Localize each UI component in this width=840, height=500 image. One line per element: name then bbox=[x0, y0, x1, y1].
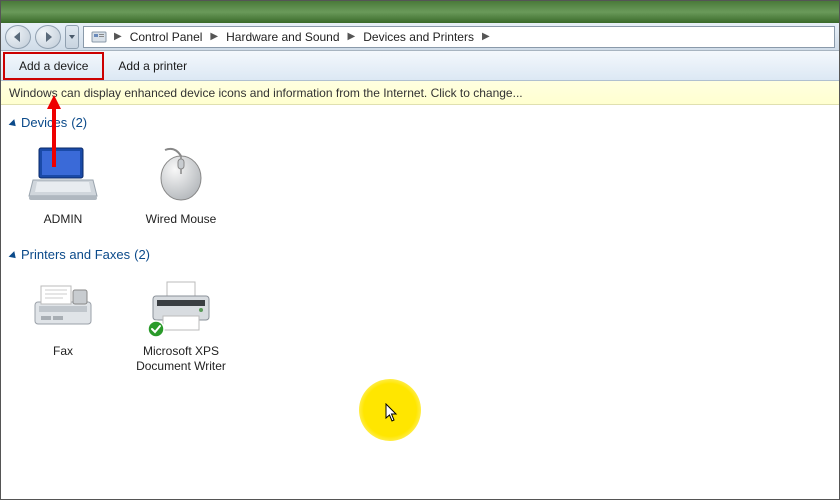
nav-history-dropdown[interactable] bbox=[65, 25, 79, 49]
breadcrumb-hardware-sound[interactable]: Hardware and Sound bbox=[220, 27, 345, 47]
default-badge-icon bbox=[147, 320, 165, 338]
device-label: Fax bbox=[53, 344, 73, 359]
info-bar[interactable]: Windows can display enhanced device icon… bbox=[1, 81, 839, 105]
chevron-right-icon: ▶ bbox=[112, 31, 124, 42]
location-icon bbox=[90, 28, 108, 46]
chevron-right-icon: ▶ bbox=[480, 31, 492, 42]
printer-item-fax[interactable]: Fax bbox=[13, 272, 113, 374]
laptop-icon bbox=[23, 140, 103, 208]
disclosure-triangle-icon bbox=[9, 119, 19, 129]
address-bar[interactable]: ▶ Control Panel ▶ Hardware and Sound ▶ D… bbox=[83, 26, 835, 48]
breadcrumb-devices-printers[interactable]: Devices and Printers bbox=[357, 27, 480, 47]
printers-items: Fax Microsoft XPS Document Writer bbox=[9, 266, 831, 388]
device-label: Wired Mouse bbox=[146, 212, 217, 227]
mouse-icon bbox=[141, 140, 221, 208]
devices-items: ADMIN Wired Mouse bbox=[9, 134, 831, 241]
back-button[interactable] bbox=[5, 25, 31, 49]
group-count: (2) bbox=[71, 115, 87, 130]
add-device-button[interactable]: Add a device bbox=[3, 52, 104, 80]
printer-item-xps[interactable]: Microsoft XPS Document Writer bbox=[131, 272, 231, 374]
group-header-devices[interactable]: Devices (2) bbox=[9, 109, 831, 134]
group-header-printers[interactable]: Printers and Faxes (2) bbox=[9, 241, 831, 266]
device-label: ADMIN bbox=[44, 212, 83, 227]
printer-icon bbox=[141, 272, 221, 340]
device-label: Microsoft XPS Document Writer bbox=[131, 344, 231, 374]
breadcrumb-control-panel[interactable]: Control Panel bbox=[124, 27, 209, 47]
device-item-mouse[interactable]: Wired Mouse bbox=[131, 140, 231, 227]
disclosure-triangle-icon bbox=[9, 251, 19, 261]
group-title: Printers and Faxes bbox=[21, 247, 130, 262]
content-area: Devices (2) ADMIN bbox=[1, 105, 839, 396]
group-title: Devices bbox=[21, 115, 67, 130]
window-titlebar bbox=[1, 1, 839, 23]
nav-bar: ▶ Control Panel ▶ Hardware and Sound ▶ D… bbox=[1, 23, 839, 51]
command-bar: Add a device Add a printer bbox=[1, 51, 839, 81]
add-printer-button[interactable]: Add a printer bbox=[104, 52, 201, 80]
device-item-admin[interactable]: ADMIN bbox=[13, 140, 113, 227]
info-bar-text: Windows can display enhanced device icon… bbox=[9, 86, 523, 100]
group-count: (2) bbox=[134, 247, 150, 262]
chevron-right-icon: ▶ bbox=[208, 31, 220, 42]
cursor-icon bbox=[385, 403, 399, 423]
fax-icon bbox=[23, 272, 103, 340]
forward-button[interactable] bbox=[35, 25, 61, 49]
chevron-right-icon: ▶ bbox=[346, 31, 358, 42]
